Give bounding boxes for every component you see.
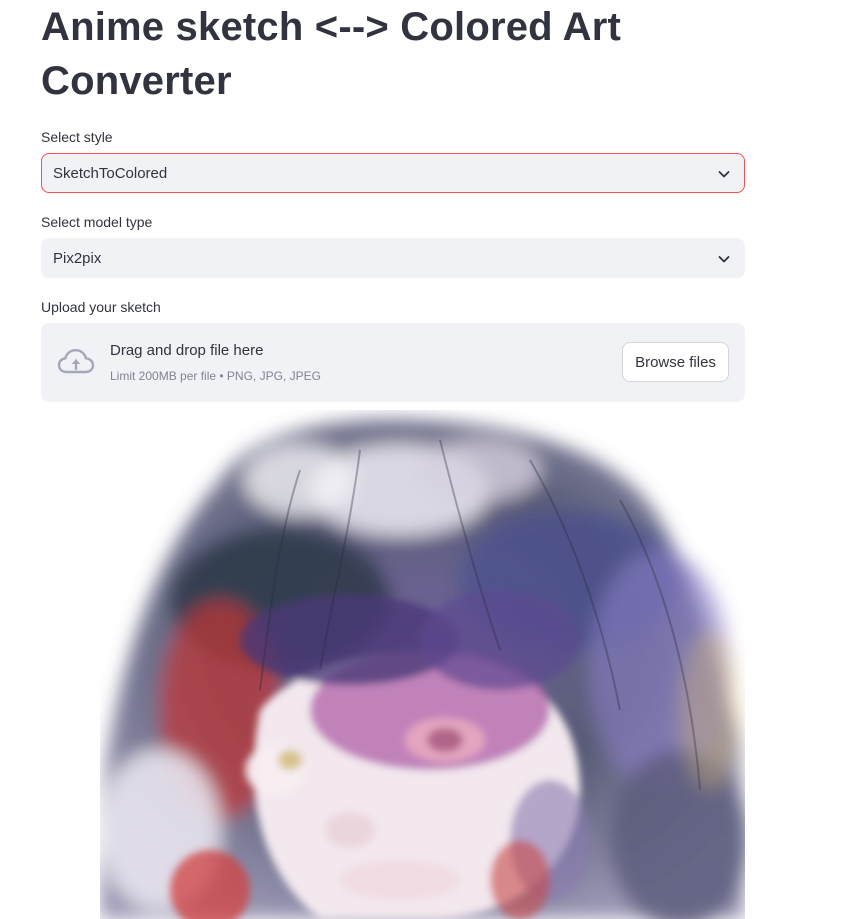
model-select-block: Select model type Pix2pix bbox=[41, 213, 745, 278]
anime-portrait-illustration bbox=[100, 410, 745, 919]
uploader-block: Upload your sketch Drag and drop file he… bbox=[41, 298, 745, 402]
model-select-value: Pix2pix bbox=[53, 249, 102, 267]
style-selectbox[interactable]: SketchToColored bbox=[41, 153, 745, 193]
model-selectbox[interactable]: Pix2pix bbox=[41, 238, 745, 278]
style-select-block: Select style SketchToColored bbox=[41, 128, 745, 193]
model-select-label: Select model type bbox=[41, 214, 153, 230]
dropzone-instructions: Drag and drop file here bbox=[110, 342, 264, 359]
style-select-value: SketchToColored bbox=[53, 164, 168, 182]
chevron-down-icon bbox=[718, 171, 730, 178]
main-container: Anime sketch <--> Colored Art Converter … bbox=[41, 0, 745, 402]
dropzone-limit-text: Limit 200MB per file • PNG, JPG, JPEG bbox=[110, 369, 321, 383]
chevron-down-icon bbox=[718, 256, 730, 263]
uploader-label: Upload your sketch bbox=[41, 299, 161, 315]
browse-files-button[interactable]: Browse files bbox=[622, 342, 729, 382]
style-select-label: Select style bbox=[41, 129, 113, 145]
file-dropzone[interactable]: Drag and drop file here Limit 200MB per … bbox=[41, 323, 745, 402]
cloud-upload-icon bbox=[57, 349, 95, 374]
page-title: Anime sketch <--> Colored Art Converter bbox=[41, 5, 621, 103]
generated-artwork-image bbox=[100, 410, 745, 919]
